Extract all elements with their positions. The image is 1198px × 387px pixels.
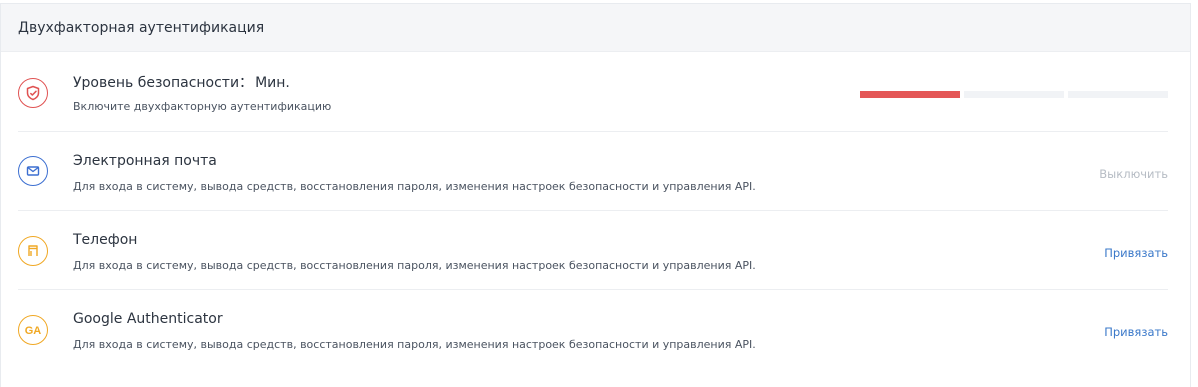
envelope-icon bbox=[18, 156, 48, 186]
email-row: Электронная почта Для входа в систему, в… bbox=[18, 132, 1168, 211]
google-authenticator-row: GA Google Authenticator Для входа в сист… bbox=[18, 290, 1168, 369]
security-level-value: Мин. bbox=[255, 75, 290, 91]
google-authenticator-bind-button[interactable]: Привязать bbox=[1104, 325, 1168, 339]
google-authenticator-icon: GA bbox=[18, 315, 48, 345]
shield-check-icon bbox=[18, 78, 48, 108]
security-level-segment bbox=[860, 91, 960, 98]
security-level-label-text: Уровень безопасности： bbox=[73, 75, 254, 91]
email-disable-button[interactable]: Выключить bbox=[1099, 167, 1168, 181]
svg-text:GA: GA bbox=[25, 325, 42, 337]
email-description: Для входа в систему, вывода средств, вос… bbox=[73, 180, 756, 193]
security-level-segment bbox=[1068, 91, 1168, 98]
panel-title: Двухфакторная аутентификация bbox=[18, 19, 265, 36]
google-authenticator-description: Для входа в систему, вывода средств, вос… bbox=[73, 338, 756, 351]
security-level-segment bbox=[964, 91, 1064, 98]
two-factor-panel: Двухфакторная аутентификация Уровень без… bbox=[0, 3, 1191, 387]
phone-description: Для входа в систему, вывода средств, вос… bbox=[73, 259, 756, 272]
security-level-bar bbox=[860, 91, 1168, 98]
phone-icon bbox=[18, 236, 48, 266]
phone-title: Телефон bbox=[73, 232, 138, 248]
phone-row: Телефон Для входа в систему, вывода сред… bbox=[18, 211, 1168, 290]
security-level-description: Включите двухфакторную аутентификацию bbox=[73, 100, 332, 113]
google-authenticator-title: Google Authenticator bbox=[73, 311, 223, 327]
security-level-label: Уровень безопасности： Мин. bbox=[73, 72, 290, 92]
email-title: Электронная почта bbox=[73, 153, 217, 169]
security-level-row: Уровень безопасности： Мин. Включите двухф… bbox=[18, 53, 1168, 132]
panel-header: Двухфакторная аутентификация bbox=[1, 4, 1190, 52]
phone-bind-button[interactable]: Привязать bbox=[1104, 246, 1168, 260]
